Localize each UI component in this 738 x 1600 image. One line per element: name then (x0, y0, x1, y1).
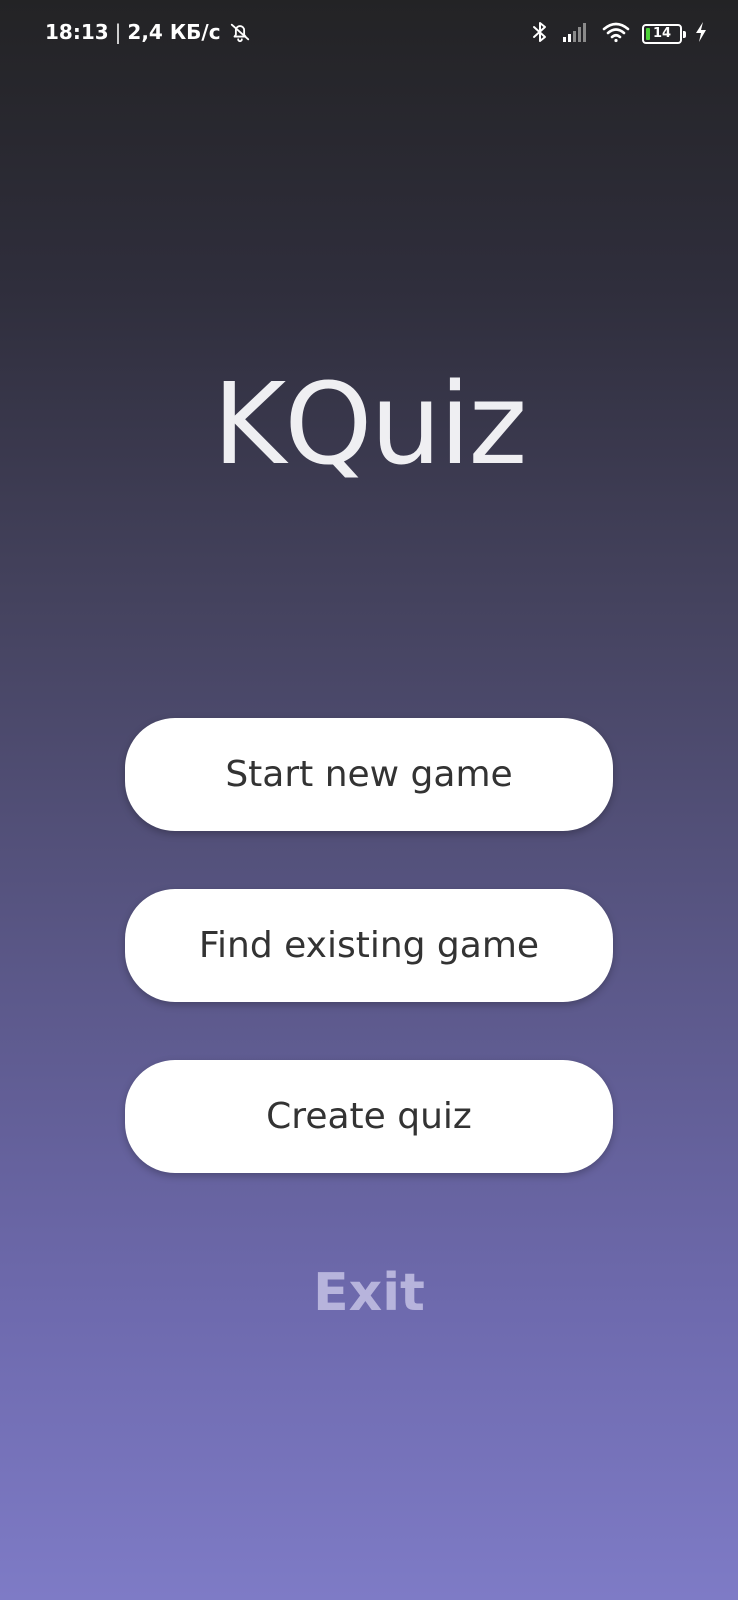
battery-icon: 14 (642, 24, 686, 44)
wifi-icon (602, 21, 630, 47)
status-right: 14 (530, 20, 708, 48)
status-separator: | (114, 20, 122, 44)
status-time: 18:13 (45, 20, 109, 44)
battery-level: 14 (652, 26, 672, 41)
app-title: KQuiz (212, 360, 528, 490)
battery-cap (683, 31, 686, 38)
start-new-game-button[interactable]: Start new game (125, 718, 613, 831)
exit-button[interactable]: Exit (0, 1258, 738, 1328)
charging-icon (694, 21, 708, 47)
network-speed: 2,4 КБ/с (127, 20, 221, 44)
status-left: 18:13 | 2,4 КБ/с (45, 20, 251, 44)
bluetooth-icon (530, 20, 550, 48)
find-existing-game-button[interactable]: Find existing game (125, 889, 613, 1002)
create-quiz-button[interactable]: Create quiz (125, 1060, 613, 1173)
signal-icon (562, 21, 590, 47)
bell-off-icon (229, 21, 251, 43)
status-bar: 18:13 | 2,4 КБ/с 14 (0, 0, 738, 68)
